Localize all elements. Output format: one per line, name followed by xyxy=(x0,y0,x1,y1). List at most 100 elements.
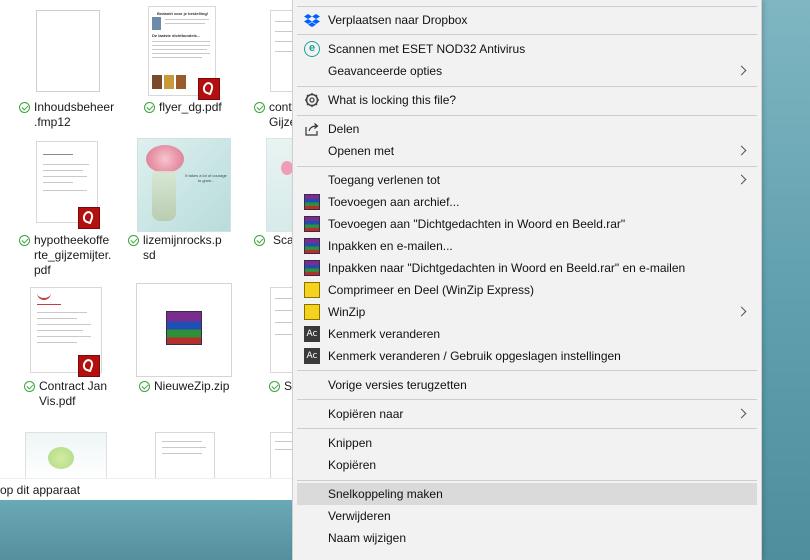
menu-item-add-to-archive[interactable]: Toevoegen aan archief... xyxy=(293,191,761,213)
menu-item-advanced-options[interactable]: Geavanceerde opties xyxy=(293,60,761,82)
pdf-badge-icon xyxy=(78,207,100,229)
menu-item-label: Kopiëren xyxy=(328,458,377,472)
menu-item-change-attribute[interactable]: Ac Kenmerk veranderen xyxy=(293,323,761,345)
winzip-icon xyxy=(304,282,320,298)
file-name-line: rte_gijzemijter. xyxy=(34,248,112,262)
file-name-line: .fmp12 xyxy=(34,115,71,129)
flyer-subtitle: De laatste dichtbundels... xyxy=(152,33,201,38)
file-tile-hypotheek[interactable]: hypotheekoffe rte_gijzemijter. pdf xyxy=(0,135,112,285)
sync-check-icon xyxy=(128,235,139,246)
file-tile-lizemijn[interactable]: It takes a lot of courage to grow... liz… xyxy=(120,135,232,285)
menu-item-eset-scan[interactable]: e Scannen met ESET NOD32 Antivirus xyxy=(293,38,761,60)
menu-separator xyxy=(297,166,757,167)
winrar-archive-icon xyxy=(166,311,202,345)
file-name-line: pdf xyxy=(34,263,51,277)
pdf-badge-icon xyxy=(198,78,220,100)
menu-item-label: Kenmerk veranderen / Gebruik opgeslagen … xyxy=(328,349,621,363)
chevron-right-icon xyxy=(736,145,747,156)
file-tile-inhoudsbeheer[interactable]: Inhoudsbeheer .fmp12 xyxy=(0,0,115,135)
menu-item-add-to-rar[interactable]: Toevoegen aan "Dichtgedachten in Woord e… xyxy=(293,213,761,235)
menu-item-create-shortcut[interactable]: Snelkoppeling maken xyxy=(297,483,757,505)
partial-document xyxy=(270,432,292,480)
file-tile-s[interactable]: S xyxy=(240,285,292,425)
menu-item-what-is-locking[interactable]: What is locking this file? xyxy=(293,89,761,111)
partial-thumbnail xyxy=(25,432,107,480)
menu-item-label: Verplaatsen naar Dropbox xyxy=(328,13,468,27)
menu-item-label: Toevoegen aan "Dichtgedachten in Woord e… xyxy=(328,217,626,231)
winrar-icon xyxy=(304,194,320,210)
menu-item-cut[interactable]: Knippen xyxy=(293,432,761,454)
file-tile-cont[interactable]: cont Gijze xyxy=(240,0,292,135)
status-text: op dit apparaat xyxy=(0,483,81,497)
logo-scribble xyxy=(37,292,51,300)
menu-item-label: Toevoegen aan archief... xyxy=(328,195,460,209)
menu-separator xyxy=(297,428,757,429)
file-name-line: Vis.pdf xyxy=(39,394,76,408)
chevron-right-icon xyxy=(736,65,747,76)
file-tile-nieuwezip[interactable]: NieuweZip.zip xyxy=(120,283,232,425)
document-thumbnail xyxy=(270,10,292,92)
menu-item-label: WinZip xyxy=(328,305,366,319)
menu-item-copy[interactable]: Kopiëren xyxy=(293,454,761,476)
menu-item-label: Vorige versies terugzetten xyxy=(328,378,467,392)
file-name-line: Sca xyxy=(273,233,292,247)
menu-item-grant-access[interactable]: Toegang verlenen tot xyxy=(293,169,761,191)
sync-check-icon xyxy=(19,235,30,246)
file-explorer-window: Inhoudsbeheer .fmp12 Bedankt voor je bes… xyxy=(0,0,292,502)
menu-item-label: Delen xyxy=(328,122,360,136)
file-name-line: sd xyxy=(143,248,156,262)
share-icon xyxy=(305,123,319,136)
chevron-right-icon xyxy=(736,408,747,419)
sync-check-icon xyxy=(19,102,30,113)
menu-separator xyxy=(297,86,757,87)
menu-item-restore-previous-versions[interactable]: Vorige versies terugzetten xyxy=(293,374,761,396)
pdf-badge-icon xyxy=(78,355,100,377)
file-name-line: flyer_dg.pdf xyxy=(159,100,222,114)
menu-item-label: Snelkoppeling maken xyxy=(328,487,443,501)
sync-check-icon xyxy=(139,381,150,392)
book-cover xyxy=(164,75,174,89)
file-tile-contract[interactable]: Contract Jan Vis.pdf xyxy=(0,285,112,425)
context-menu: Verplaatsen naar Dropbox e Scannen met E… xyxy=(292,0,762,560)
file-name-line: cont xyxy=(269,100,292,114)
menu-item-label: Inpakken en e-mailen... xyxy=(328,239,453,253)
flyer-photo xyxy=(152,17,161,30)
menu-item-rename[interactable]: Naam wijzigen xyxy=(293,527,761,549)
menu-item-open-with[interactable]: Openen met xyxy=(293,140,761,162)
menu-item-delete[interactable]: Verwijderen xyxy=(293,505,761,527)
menu-item-winzip-express[interactable]: Comprimeer en Deel (WinZip Express) xyxy=(293,279,761,301)
vase-shape xyxy=(152,171,176,221)
psd-thumbnail: It takes a lot of courage to grow... xyxy=(137,138,231,232)
winzip-icon xyxy=(304,304,320,320)
file-name-line: Inhoudsbeheer xyxy=(34,100,115,114)
chevron-right-icon xyxy=(736,306,747,317)
file-tile-flyer[interactable]: Bedankt voor je bestelling! De laatste d… xyxy=(120,0,232,135)
menu-item-share[interactable]: Delen xyxy=(293,118,761,140)
menu-item-change-attribute-saved[interactable]: Ac Kenmerk veranderen / Gebruik opgeslag… xyxy=(293,345,761,367)
sync-check-icon xyxy=(144,102,155,113)
sync-check-icon xyxy=(269,381,280,392)
file-name-line: S xyxy=(284,379,292,393)
flower-shape xyxy=(146,145,184,173)
menu-item-dropbox[interactable]: Verplaatsen naar Dropbox xyxy=(293,9,761,31)
menu-separator xyxy=(297,115,757,116)
menu-item-label: Naam wijzigen xyxy=(328,531,407,545)
winrar-icon xyxy=(304,260,320,276)
book-cover xyxy=(176,75,186,89)
file-name-line: hypotheekoffe xyxy=(34,233,110,247)
file-tile-scan[interactable]: Sca xyxy=(240,135,292,285)
sync-check-icon xyxy=(24,381,35,392)
menu-item-label: Kopiëren naar xyxy=(328,407,404,421)
menu-item-pack-and-email[interactable]: Inpakken en e-mailen... xyxy=(293,235,761,257)
book-cover xyxy=(152,75,162,89)
menu-item-label: Toegang verlenen tot xyxy=(328,173,441,187)
menu-item-copy-to[interactable]: Kopiëren naar xyxy=(293,403,761,425)
zip-thumbnail xyxy=(136,283,232,377)
attribute-icon: Ac xyxy=(304,326,320,342)
menu-item-pack-to-rar-and-email[interactable]: Inpakken naar "Dichtgedachten in Woord e… xyxy=(293,257,761,279)
menu-item-label: Comprimeer en Deel (WinZip Express) xyxy=(328,283,535,297)
eset-icon: e xyxy=(304,41,320,57)
attribute-icon: Ac xyxy=(304,348,320,364)
menu-item-winzip[interactable]: WinZip xyxy=(293,301,761,323)
winrar-icon xyxy=(304,216,320,232)
